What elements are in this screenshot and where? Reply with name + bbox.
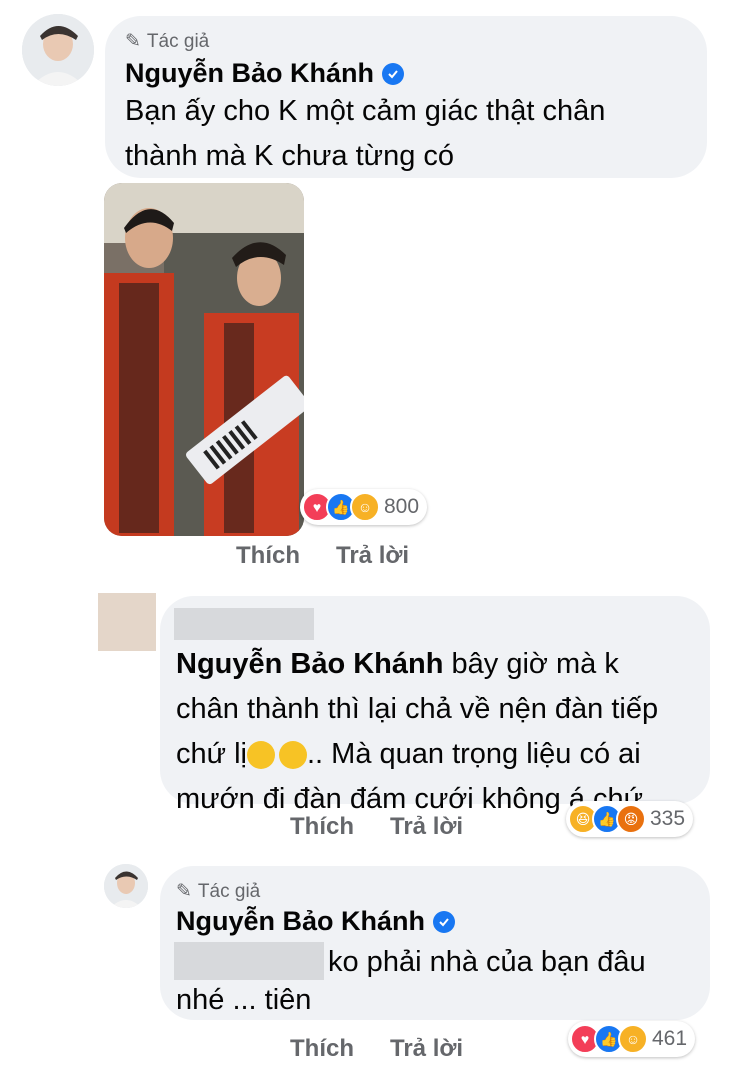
author-reply-bubble: ✎ Tác giả Nguyễn Bảo Khánh ko phải nhà c…	[160, 866, 710, 1020]
comment-text-line: thành mà K chưa từng có	[125, 140, 455, 172]
reply-text: Nguyễn Bảo Khánh bây giờ mà k chân thành…	[176, 642, 659, 822]
like-button[interactable]: Thích	[236, 542, 300, 570]
like-button[interactable]: Thích	[290, 813, 354, 841]
verified-badge-icon	[382, 62, 405, 85]
verified-badge-icon	[433, 910, 456, 933]
angry-reaction-icon: 😡	[616, 804, 646, 834]
avatar-image	[22, 14, 94, 86]
video-frame-image	[104, 183, 304, 536]
author-badge: ✎ Tác giả	[176, 880, 260, 903]
author-reply-text-line: ko phải nhà của bạn đâu	[328, 940, 646, 985]
care-reaction-icon: ☺	[350, 492, 380, 522]
reply-actions: Thích Trả lời	[290, 813, 463, 841]
attached-video-thumbnail[interactable]	[104, 183, 304, 536]
laughing-crying-emoji-icon	[247, 741, 275, 770]
laughing-crying-emoji-icon	[279, 741, 307, 770]
reaction-count: 335	[650, 807, 686, 830]
reaction-count: 800	[384, 495, 420, 518]
reply-button[interactable]: Trả lời	[390, 813, 463, 841]
comment-actions: Thích Trả lời	[236, 542, 409, 570]
mentioned-user[interactable]: Nguyễn Bảo Khánh	[176, 648, 443, 680]
comment-text-line: Bạn ấy cho K một cảm giác thật chân	[125, 95, 606, 127]
author-reply-actions: Thích Trả lời	[290, 1035, 463, 1063]
commenter-name-text: Nguyễn Bảo Khánh	[125, 58, 375, 88]
like-button[interactable]: Thích	[290, 1035, 354, 1063]
comment-bubble: ✎ Tác giả Nguyễn Bảo Khánh Bạn ấy cho K …	[105, 16, 707, 178]
reply-text-line: chân thành thì lại chả về nện đàn tiếp	[176, 693, 659, 725]
commenter-name[interactable]: Nguyễn Bảo Khánh	[176, 906, 456, 937]
redacted-mention	[174, 942, 324, 980]
commenter-name-text: Nguyễn Bảo Khánh	[176, 906, 426, 936]
comment-text: Bạn ấy cho K một cảm giác thật chân thàn…	[125, 89, 605, 179]
author-tag-label: Tác giả	[197, 880, 261, 902]
reply-text-line: chứ lị .. Mà quan trọng liệu có ai	[176, 732, 659, 777]
replier-avatar[interactable]	[98, 593, 156, 651]
care-reaction-icon: ☺	[618, 1024, 648, 1054]
reply-text-fragment: bây giờ mà k	[451, 648, 619, 680]
reply-button[interactable]: Trả lời	[390, 1035, 463, 1063]
author-reply-text-line: nhé ... tiên	[176, 978, 311, 1023]
author-badge: ✎ Tác giả	[125, 30, 209, 53]
reply-text-line: Nguyễn Bảo Khánh bây giờ mà k	[176, 642, 659, 687]
redacted-name	[174, 608, 314, 640]
pencil-icon: ✎	[125, 31, 141, 52]
author-avatar[interactable]	[104, 864, 148, 908]
reply-text-fragment: chứ lị	[176, 738, 247, 770]
reaction-summary[interactable]: ♥ 👍 ☺ 461	[568, 1021, 696, 1057]
reply-text-fragment: .. Mà quan trọng liệu có ai	[307, 738, 641, 770]
commenter-name[interactable]: Nguyễn Bảo Khánh	[125, 58, 405, 89]
avatar-image	[104, 864, 148, 908]
reaction-summary[interactable]: 😆 👍 😡 335	[566, 801, 694, 837]
reaction-summary[interactable]: ♥ 👍 ☺ 800	[300, 489, 428, 525]
author-reply-text: ko phải nhà của bạn đâu	[328, 946, 646, 978]
pencil-icon: ✎	[176, 881, 192, 902]
reply-button[interactable]: Trả lời	[336, 542, 409, 570]
author-avatar[interactable]	[22, 14, 94, 86]
reply-bubble: Nguyễn Bảo Khánh bây giờ mà k chân thành…	[160, 596, 710, 815]
author-reply-text: nhé ... tiên	[176, 984, 312, 1016]
author-tag-label: Tác giả	[146, 30, 210, 52]
reaction-count: 461	[652, 1027, 688, 1050]
